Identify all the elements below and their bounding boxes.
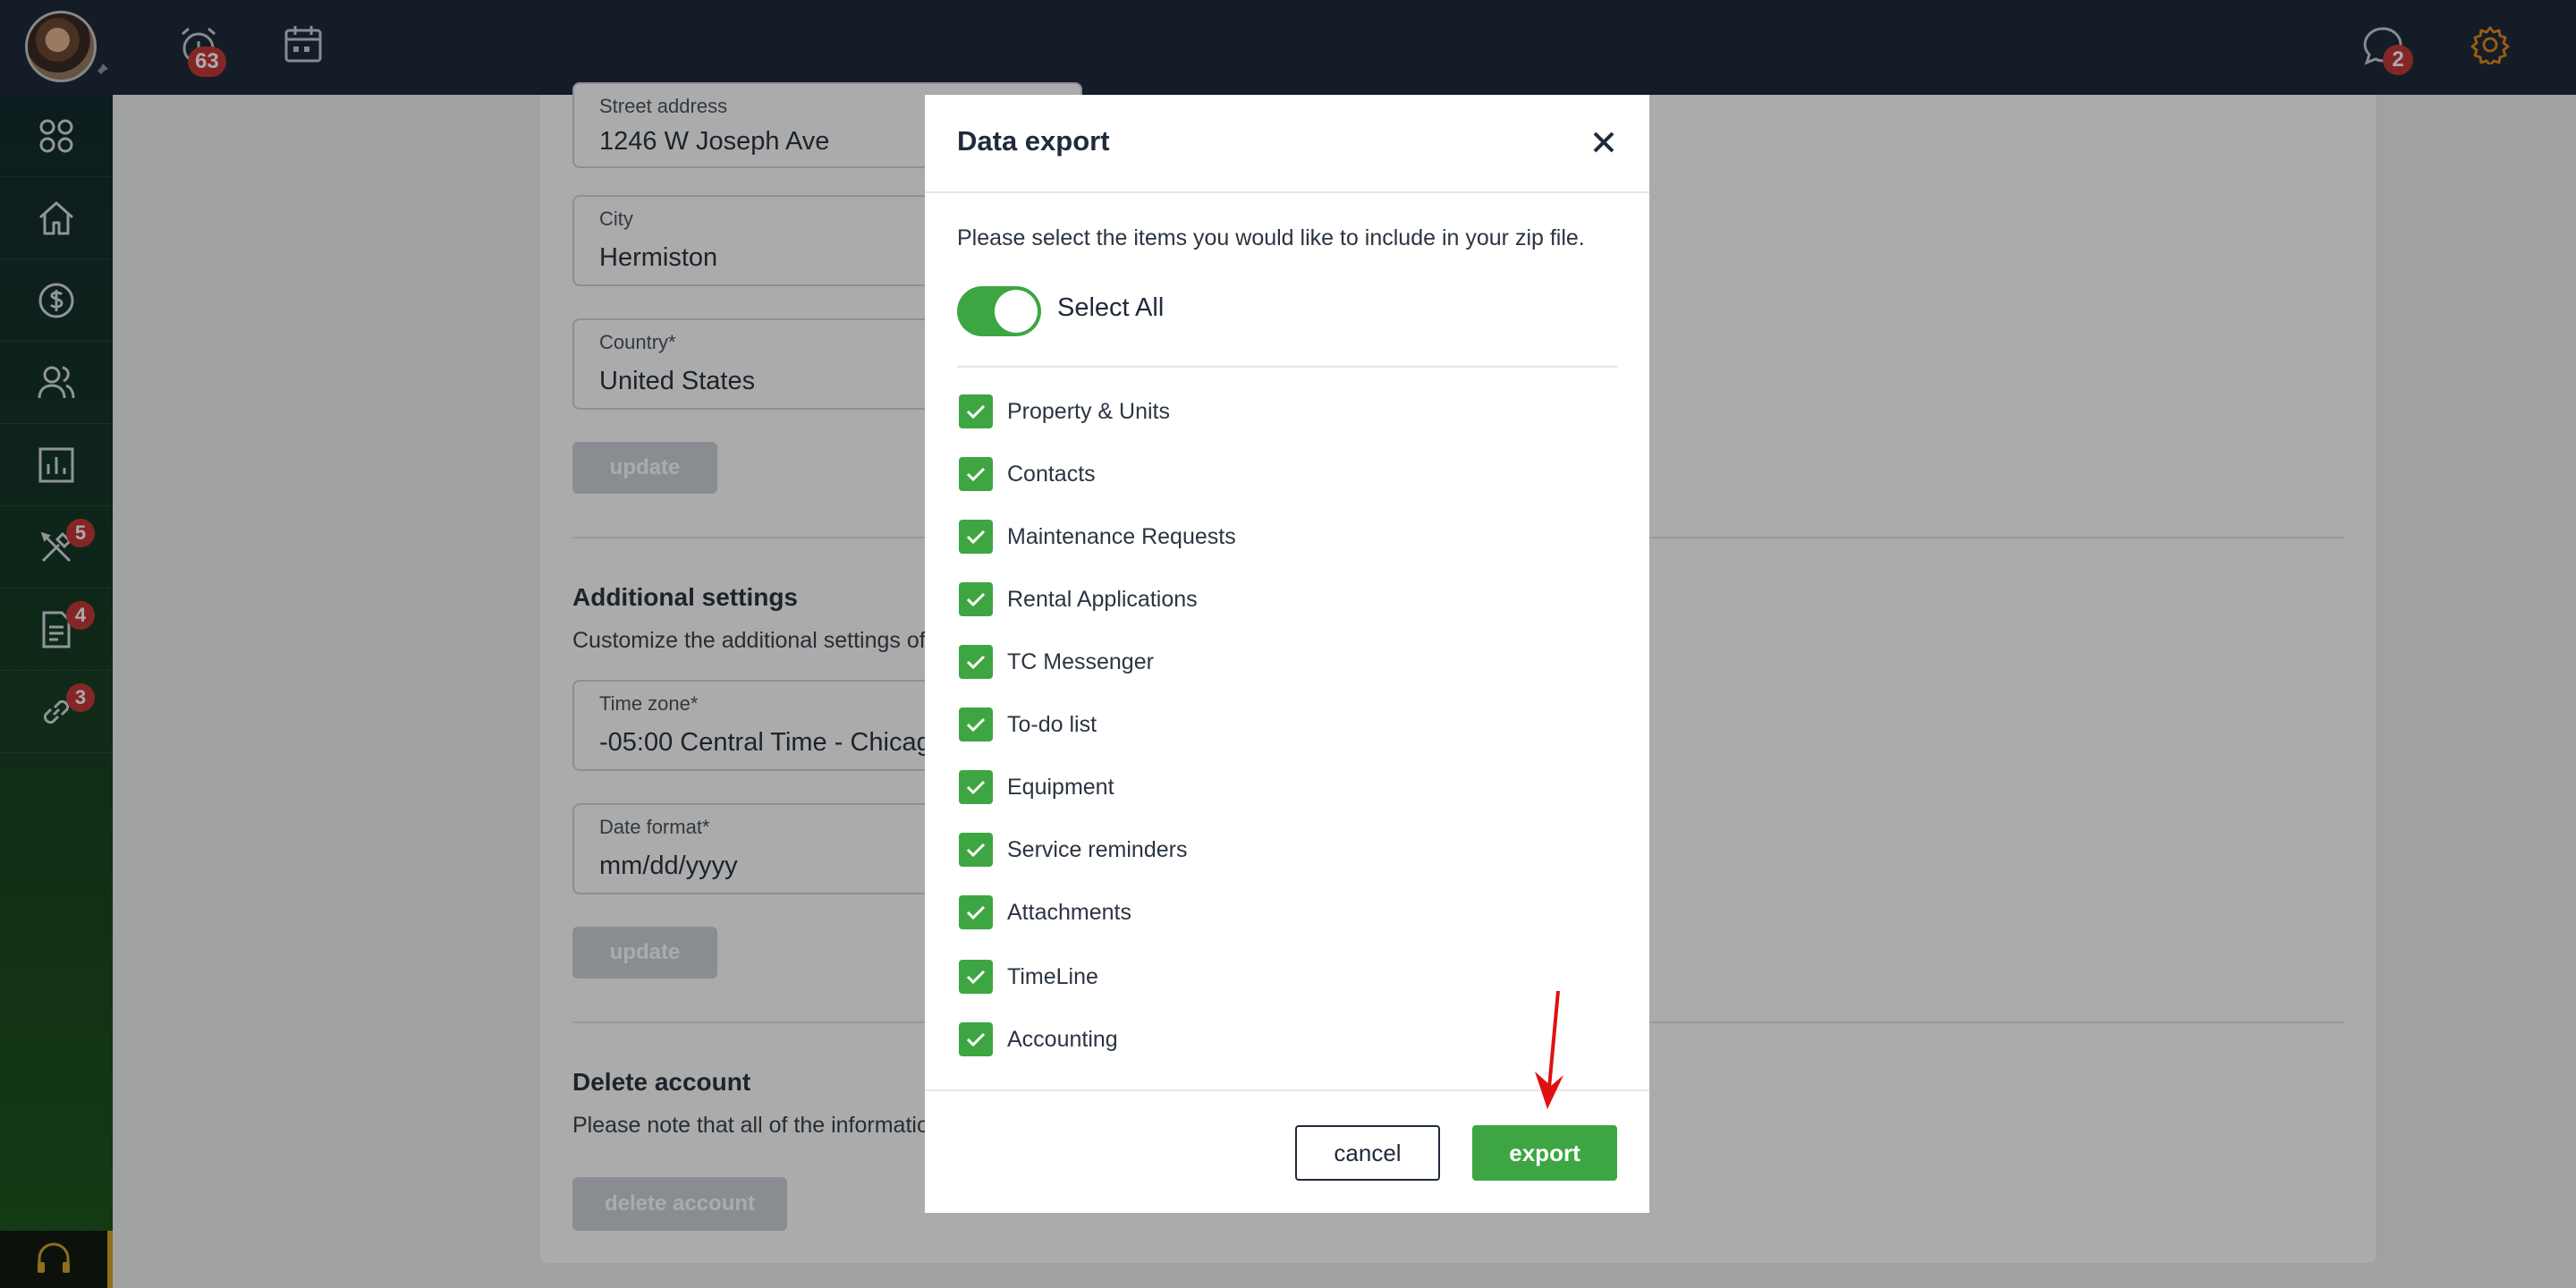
export-item-label: TimeLine (1007, 963, 1098, 989)
export-item-label: TC Messenger (1007, 648, 1154, 674)
check-icon (966, 970, 986, 985)
export-item-attachments[interactable]: Attachments (959, 894, 1131, 930)
checkbox-checked[interactable] (959, 520, 993, 554)
checkbox-checked[interactable] (959, 708, 993, 741)
export-item-label: Equipment (1007, 774, 1114, 800)
export-item-service-reminders[interactable]: Service reminders (959, 832, 1187, 868)
export-item-equipment[interactable]: Equipment (959, 769, 1114, 805)
check-icon (966, 780, 986, 795)
toggle-knob (995, 290, 1038, 333)
export-item-rental-applications[interactable]: Rental Applications (959, 581, 1198, 617)
export-item-label: Property & Units (1007, 398, 1171, 424)
annotation-arrow-icon (1535, 990, 1563, 1109)
export-item-label: To-do list (1007, 711, 1097, 737)
checkbox-checked[interactable] (959, 770, 993, 804)
export-item-todo-list[interactable]: To-do list (959, 707, 1097, 742)
checkbox-checked[interactable] (959, 833, 993, 867)
check-icon (966, 843, 986, 858)
export-item-label: Accounting (1007, 1026, 1118, 1052)
export-item-tc-messenger[interactable]: TC Messenger (959, 644, 1154, 680)
export-item-label: Maintenance Requests (1007, 523, 1236, 549)
checkbox-checked[interactable] (959, 1022, 993, 1056)
export-item-accounting[interactable]: Accounting (959, 1021, 1118, 1057)
checkbox-checked[interactable] (959, 582, 993, 616)
select-all-divider (957, 366, 1617, 368)
export-item-label: Rental Applications (1007, 586, 1198, 612)
export-item-label: Service reminders (1007, 836, 1188, 862)
check-icon (966, 655, 986, 670)
checkbox-checked[interactable] (959, 394, 993, 428)
checkbox-checked[interactable] (959, 895, 993, 929)
checkbox-checked[interactable] (959, 645, 993, 679)
modal-intro-text: Please select the items you would like t… (957, 225, 1585, 250)
check-icon (966, 905, 986, 920)
check-icon (966, 530, 986, 545)
modal-header-divider (925, 191, 1649, 193)
select-all-toggle[interactable] (957, 286, 1041, 336)
checkbox-checked[interactable] (959, 457, 993, 491)
export-item-contacts[interactable]: Contacts (959, 456, 1096, 492)
check-icon (966, 404, 986, 419)
cancel-button[interactable]: cancel (1295, 1125, 1440, 1181)
export-item-maintenance-requests[interactable]: Maintenance Requests (959, 519, 1236, 555)
export-item-timeline[interactable]: TimeLine (959, 959, 1098, 995)
close-icon[interactable] (1589, 127, 1619, 157)
checkbox-checked[interactable] (959, 960, 993, 994)
export-item-label: Contacts (1007, 461, 1096, 487)
export-item-label: Attachments (1007, 899, 1131, 925)
check-icon (966, 1032, 986, 1047)
modal-title: Data export (957, 125, 1110, 157)
check-icon (966, 717, 986, 733)
check-icon (966, 467, 986, 482)
check-icon (966, 592, 986, 607)
select-all-label: Select All (1057, 293, 1165, 322)
export-button[interactable]: export (1472, 1125, 1617, 1181)
export-item-property-units[interactable]: Property & Units (959, 394, 1170, 429)
